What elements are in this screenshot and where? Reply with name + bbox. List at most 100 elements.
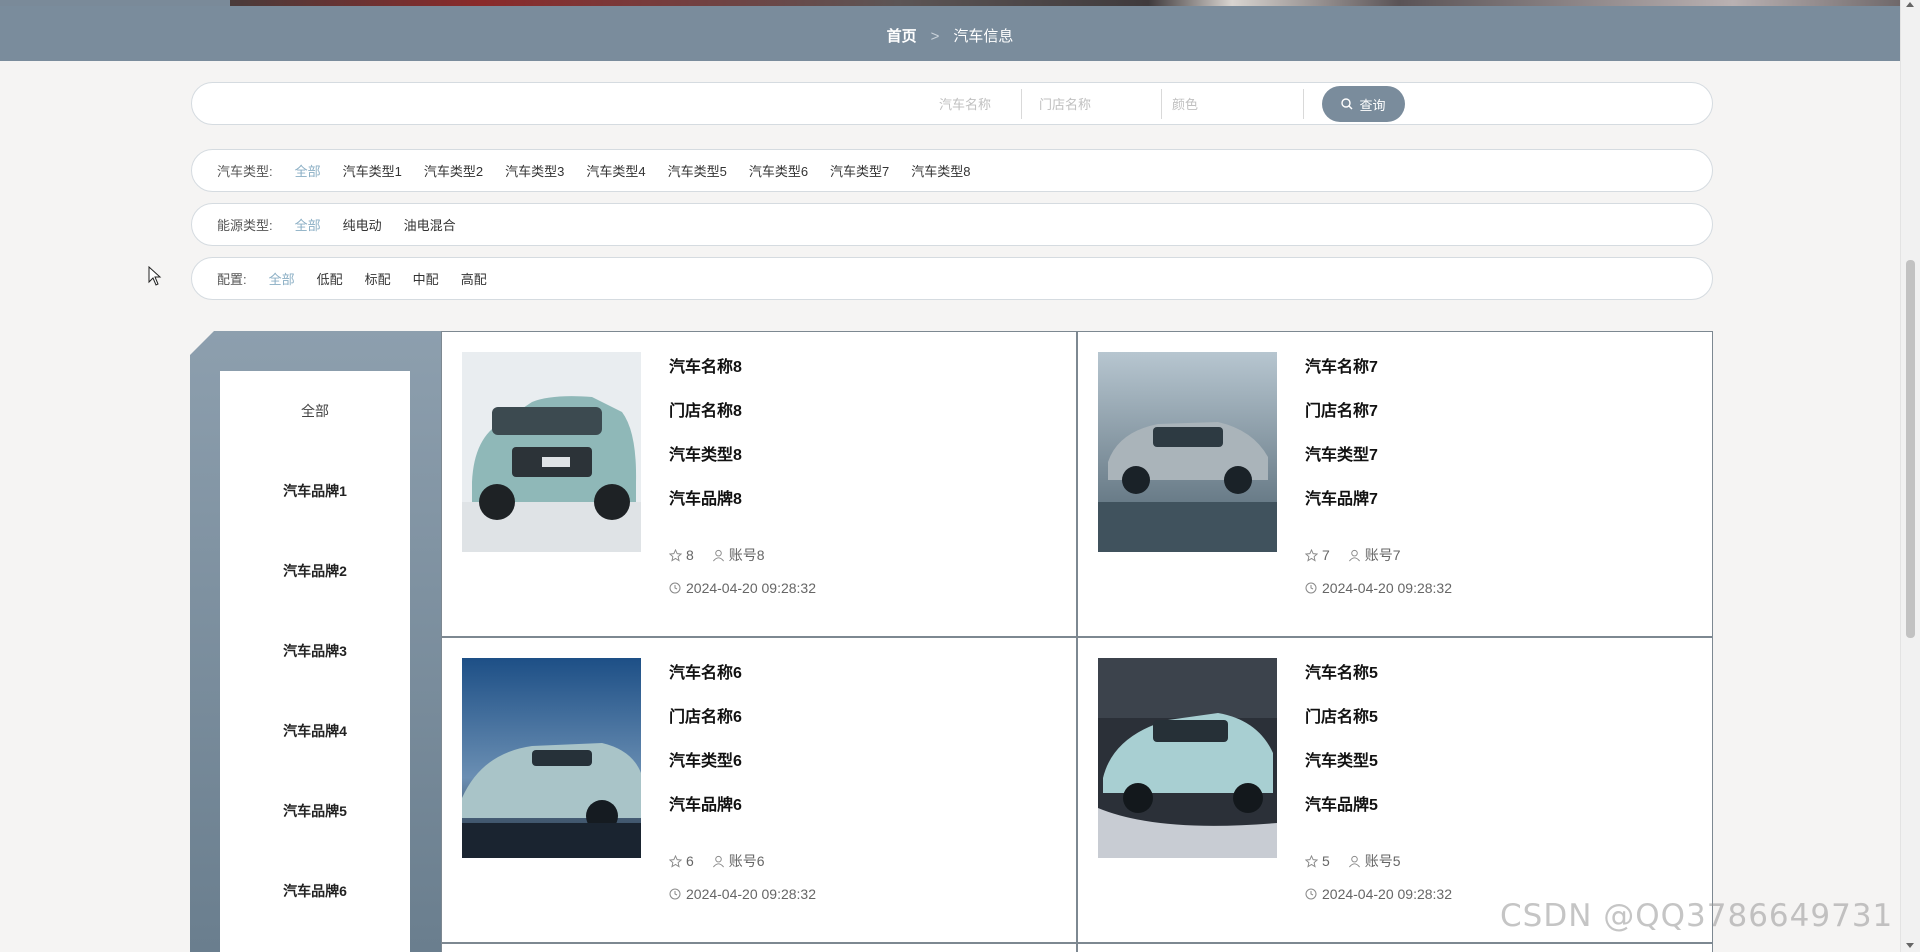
user-icon bbox=[712, 549, 724, 561]
config-option[interactable]: 中配 bbox=[413, 269, 439, 288]
brand-item[interactable]: 汽车品牌1 bbox=[220, 451, 410, 531]
car-name: 汽车名称6 bbox=[669, 665, 742, 682]
car-type-option[interactable]: 汽车类型3 bbox=[505, 161, 564, 180]
car-card[interactable]: 汽车名称7 门店名称7 汽车类型7 汽车品牌7 7 账号7 2024-04-20… bbox=[1077, 331, 1713, 637]
publish-date: 2024-04-20 09:28:32 bbox=[1322, 580, 1452, 596]
clock-icon bbox=[669, 582, 681, 594]
car-brand: 汽车品牌7 bbox=[1305, 491, 1378, 508]
energy-type-option[interactable]: 纯电动 bbox=[343, 215, 382, 234]
car-type-option[interactable]: 汽车类型7 bbox=[830, 161, 889, 180]
breadcrumb-separator: > bbox=[930, 28, 940, 45]
energy-type-option[interactable]: 油电混合 bbox=[404, 215, 456, 234]
car-name: 汽车名称5 bbox=[1305, 665, 1378, 682]
car-type-option-all[interactable]: 全部 bbox=[295, 161, 321, 180]
likes-count: 6 bbox=[686, 853, 694, 869]
car-card-grid: 汽车名称8 门店名称8 汽车类型8 汽车品牌8 8 账号8 2024-04-20… bbox=[441, 331, 1713, 952]
car-type-option[interactable]: 汽车类型2 bbox=[424, 161, 483, 180]
car-type-option[interactable]: 汽车类型4 bbox=[586, 161, 645, 180]
likes: 5 bbox=[1305, 850, 1330, 872]
breadcrumb-current: 汽车信息 bbox=[953, 28, 1014, 45]
account-name: 账号6 bbox=[728, 853, 765, 869]
car-type-option[interactable]: 汽车类型5 bbox=[668, 161, 727, 180]
watermark: CSDN @QQ3786649731 bbox=[1500, 898, 1894, 934]
car-name: 汽车名称8 bbox=[669, 359, 742, 376]
brand-sidebar: 全部 汽车品牌1 汽车品牌2 汽车品牌3 汽车品牌4 汽车品牌5 汽车品牌6 bbox=[220, 371, 410, 952]
user-icon bbox=[712, 855, 724, 867]
star-icon bbox=[669, 548, 682, 562]
car-card[interactable]: 汽车名称6 门店名称6 汽车类型6 汽车品牌6 6 账号6 2024-04-20… bbox=[441, 637, 1077, 943]
car-photo[interactable] bbox=[462, 658, 641, 858]
brand-item[interactable]: 汽车品牌5 bbox=[220, 771, 410, 851]
search-icon bbox=[1341, 98, 1353, 110]
star-icon bbox=[1305, 854, 1318, 868]
likes: 8 bbox=[669, 544, 694, 566]
scroll-up-arrow-icon[interactable] bbox=[1906, 2, 1914, 7]
user-icon bbox=[1348, 549, 1360, 561]
config-option[interactable]: 低配 bbox=[317, 269, 343, 288]
breadcrumb-bar: 首页 > 汽车信息 bbox=[0, 6, 1900, 61]
brand-item[interactable]: 汽车品牌6 bbox=[220, 851, 410, 931]
car-type: 汽车类型5 bbox=[1305, 753, 1378, 770]
brand-item-all[interactable]: 全部 bbox=[220, 371, 410, 451]
account-name: 账号5 bbox=[1364, 853, 1401, 869]
config-option[interactable]: 高配 bbox=[461, 269, 487, 288]
publish-date: 2024-04-20 09:28:32 bbox=[686, 886, 816, 902]
car-type-label: 汽车类型: bbox=[217, 164, 273, 179]
publish-date: 2024-04-20 09:28:32 bbox=[1322, 886, 1452, 902]
likes-count: 7 bbox=[1322, 547, 1330, 563]
account: 账号5 bbox=[1348, 850, 1401, 872]
car-card[interactable] bbox=[1077, 943, 1713, 952]
account: 账号8 bbox=[712, 544, 765, 566]
star-icon bbox=[1305, 548, 1318, 562]
car-name-input[interactable] bbox=[684, 89, 1022, 119]
energy-type-label: 能源类型: bbox=[217, 218, 273, 233]
breadcrumb: 首页 > 汽车信息 bbox=[0, 25, 1900, 46]
account-name: 账号8 bbox=[728, 547, 765, 563]
car-type-option[interactable]: 汽车类型8 bbox=[911, 161, 970, 180]
car-type-filter: 汽车类型: 全部 汽车类型1 汽车类型2 汽车类型3 汽车类型4 汽车类型5 汽… bbox=[191, 149, 1713, 192]
brand-item[interactable]: 汽车品牌3 bbox=[220, 611, 410, 691]
brand-item[interactable]: 汽车品牌2 bbox=[220, 531, 410, 611]
car-card[interactable]: 汽车名称8 门店名称8 汽车类型8 汽车品牌8 8 账号8 2024-04-20… bbox=[441, 331, 1077, 637]
scrollbar-thumb[interactable] bbox=[1906, 260, 1915, 638]
likes: 7 bbox=[1305, 544, 1330, 566]
car-photo[interactable] bbox=[1098, 658, 1277, 858]
car-brand: 汽车品牌6 bbox=[669, 797, 742, 814]
brand-item[interactable]: 汽车品牌4 bbox=[220, 691, 410, 771]
mouse-cursor-icon bbox=[148, 266, 162, 286]
car-type: 汽车类型8 bbox=[669, 447, 742, 464]
likes-count: 8 bbox=[686, 547, 694, 563]
store-name: 门店名称5 bbox=[1305, 709, 1378, 726]
car-type-option[interactable]: 汽车类型6 bbox=[749, 161, 808, 180]
energy-type-option-all[interactable]: 全部 bbox=[295, 215, 321, 234]
color-input[interactable] bbox=[1172, 89, 1304, 119]
account-name: 账号7 bbox=[1364, 547, 1401, 563]
config-option[interactable]: 标配 bbox=[365, 269, 391, 288]
car-brand: 汽车品牌8 bbox=[669, 491, 742, 508]
likes-count: 5 bbox=[1322, 853, 1330, 869]
car-photo[interactable] bbox=[1098, 352, 1277, 552]
account: 账号6 bbox=[712, 850, 765, 872]
store-name: 门店名称7 bbox=[1305, 403, 1378, 420]
car-card[interactable] bbox=[441, 943, 1077, 952]
config-filter: 配置: 全部 低配 标配 中配 高配 bbox=[191, 257, 1713, 300]
star-icon bbox=[669, 854, 682, 868]
clock-icon bbox=[669, 888, 681, 900]
car-type: 汽车类型7 bbox=[1305, 447, 1378, 464]
search-button-label: 查询 bbox=[1359, 97, 1386, 113]
scroll-down-arrow-icon[interactable] bbox=[1906, 943, 1914, 948]
config-option-all[interactable]: 全部 bbox=[269, 269, 295, 288]
car-type-option[interactable]: 汽车类型1 bbox=[343, 161, 402, 180]
search-bar: 查询 bbox=[191, 82, 1713, 125]
store-name: 门店名称8 bbox=[669, 403, 742, 420]
clock-icon bbox=[1305, 888, 1317, 900]
publish-date: 2024-04-20 09:28:32 bbox=[686, 580, 816, 596]
user-icon bbox=[1348, 855, 1360, 867]
breadcrumb-home[interactable]: 首页 bbox=[887, 28, 917, 45]
scrollbar[interactable] bbox=[1900, 0, 1920, 952]
store-name-input[interactable] bbox=[1030, 89, 1162, 119]
clock-icon bbox=[1305, 582, 1317, 594]
car-photo[interactable] bbox=[462, 352, 641, 552]
car-name: 汽车名称7 bbox=[1305, 359, 1378, 376]
search-button[interactable]: 查询 bbox=[1322, 86, 1405, 122]
